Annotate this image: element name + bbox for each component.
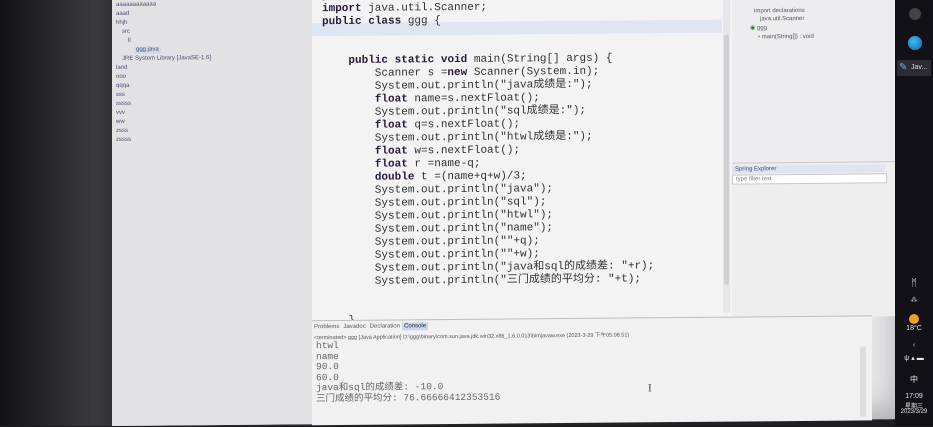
code-line[interactable]: System.out.println("sql成绩是:"); [322,105,586,120]
tray-app-icon[interactable]: ᛗ [895,278,933,289]
weather-icon[interactable] [909,314,919,324]
code-line[interactable]: public class ggg { [322,15,441,29]
console-scrollbar[interactable] [860,346,866,417]
outline-class-label: ggg [756,25,767,32]
eclipse-window: aaaaaaaaaaaa aaad hhjh src ll ggg.java JRE Sys… [112,0,895,426]
explorer-item[interactable]: sssss [116,101,131,108]
tab-console[interactable]: Console [402,322,429,331]
spring-explorer-tab[interactable]: Spring Explorer [732,164,885,174]
explorer-item[interactable]: qqqa [116,83,129,90]
class-icon: ◉ [750,25,757,32]
outline-method-label: main(String[]) : void [761,33,814,41]
app-icon[interactable] [909,8,921,20]
explorer-item[interactable]: vvv [116,110,125,117]
outline-view: import declarations java.util.Scanner ◉ … [732,0,895,163]
explorer-item[interactable]: land [116,65,127,72]
explorer-item[interactable]: aaaaaaaaaaaa [116,2,156,9]
taskbar-app-label: Jav... [911,64,928,71]
eclipse-icon: ✎ [899,62,908,73]
edge-icon[interactable] [908,36,922,50]
explorer-item[interactable]: JRE System Library [JavaSE-1.6] [122,55,211,63]
explorer-item[interactable]: ooo [116,74,126,81]
console-panel: Problems Javadoc Declaration Console <termi… [312,315,872,426]
explorer-item[interactable]: hhjh [116,20,127,27]
tray-icons[interactable]: ψ ▴ ▬ [895,354,933,362]
clock-date: 2023/3/29 [900,409,928,415]
package-explorer: aaaaaaaaaaaa aaad hhjh src ll ggg.java JRE Sys… [112,0,313,426]
text-cursor-icon: I [648,382,652,395]
code-editor[interactable]: package ll;import java.util.Scanner;publ… [312,0,733,327]
code-line[interactable]: System.out.println("三门成绩的平均分: "+t); [322,273,641,289]
explorer-item[interactable]: ggg.java [134,46,161,54]
code-line[interactable]: import java.util.Scanner; [322,2,487,16]
outline-class[interactable]: ◉ ggg [750,25,767,32]
explorer-item[interactable]: aaad [116,11,129,18]
explorer-item[interactable]: ll [128,38,131,45]
tab-javadoc[interactable]: Javadoc [341,323,367,331]
tray-people-icon[interactable]: ⁂ [895,296,933,304]
console-line: htwl [316,340,339,352]
explorer-item[interactable]: sss [116,92,125,99]
editor-scrollbar[interactable] [723,0,730,313]
spring-explorer-view: Spring Explorer type filter text [732,161,895,318]
explorer-item[interactable]: zsss [116,128,128,135]
ime-indicator[interactable]: 中 [895,374,933,385]
tab-problems[interactable]: Problems [312,323,341,331]
taskbar: ✎ Jav... ᛗ ⁂ 18°C ‹ ψ ▴ ▬ 中 17:09 星期三 20… [895,0,933,426]
chevron-up-icon[interactable]: ‹ [895,342,933,349]
outline-import-item[interactable]: java.util.Scanner [760,16,804,23]
explorer-item[interactable]: zssss [116,137,131,144]
editor-scroll-thumb[interactable] [724,34,729,285]
clock-time[interactable]: 17:09 [895,393,933,400]
code-line[interactable]: float w=s.nextFloat(); [322,144,520,159]
console-line: 三门成绩的平均分: 76.66666412353516 [316,391,501,404]
explorer-item[interactable]: src [122,29,130,36]
taskbar-java-app[interactable]: ✎ Jav... [897,60,931,76]
tab-declaration[interactable]: Declaration [368,322,402,330]
bottom-tabs: Problems Javadoc Declaration Console [312,322,429,331]
console-line: 90.0 [316,361,339,373]
explorer-item[interactable]: ww [116,119,125,126]
terminated-status: <terminated> ggg [Java Application] D:\g… [314,332,630,342]
code-line[interactable]: System.out.println("java成绩是:"); [322,79,593,94]
code-line[interactable]: System.out.println("htwl成绩是:"); [322,131,593,146]
weather-temp[interactable]: 18°C [895,325,933,332]
outline-method[interactable]: • main(String[]) : void [758,34,814,41]
outline-imports[interactable]: import declarations [754,8,805,15]
spring-filter-input[interactable]: type filter text [732,173,887,185]
